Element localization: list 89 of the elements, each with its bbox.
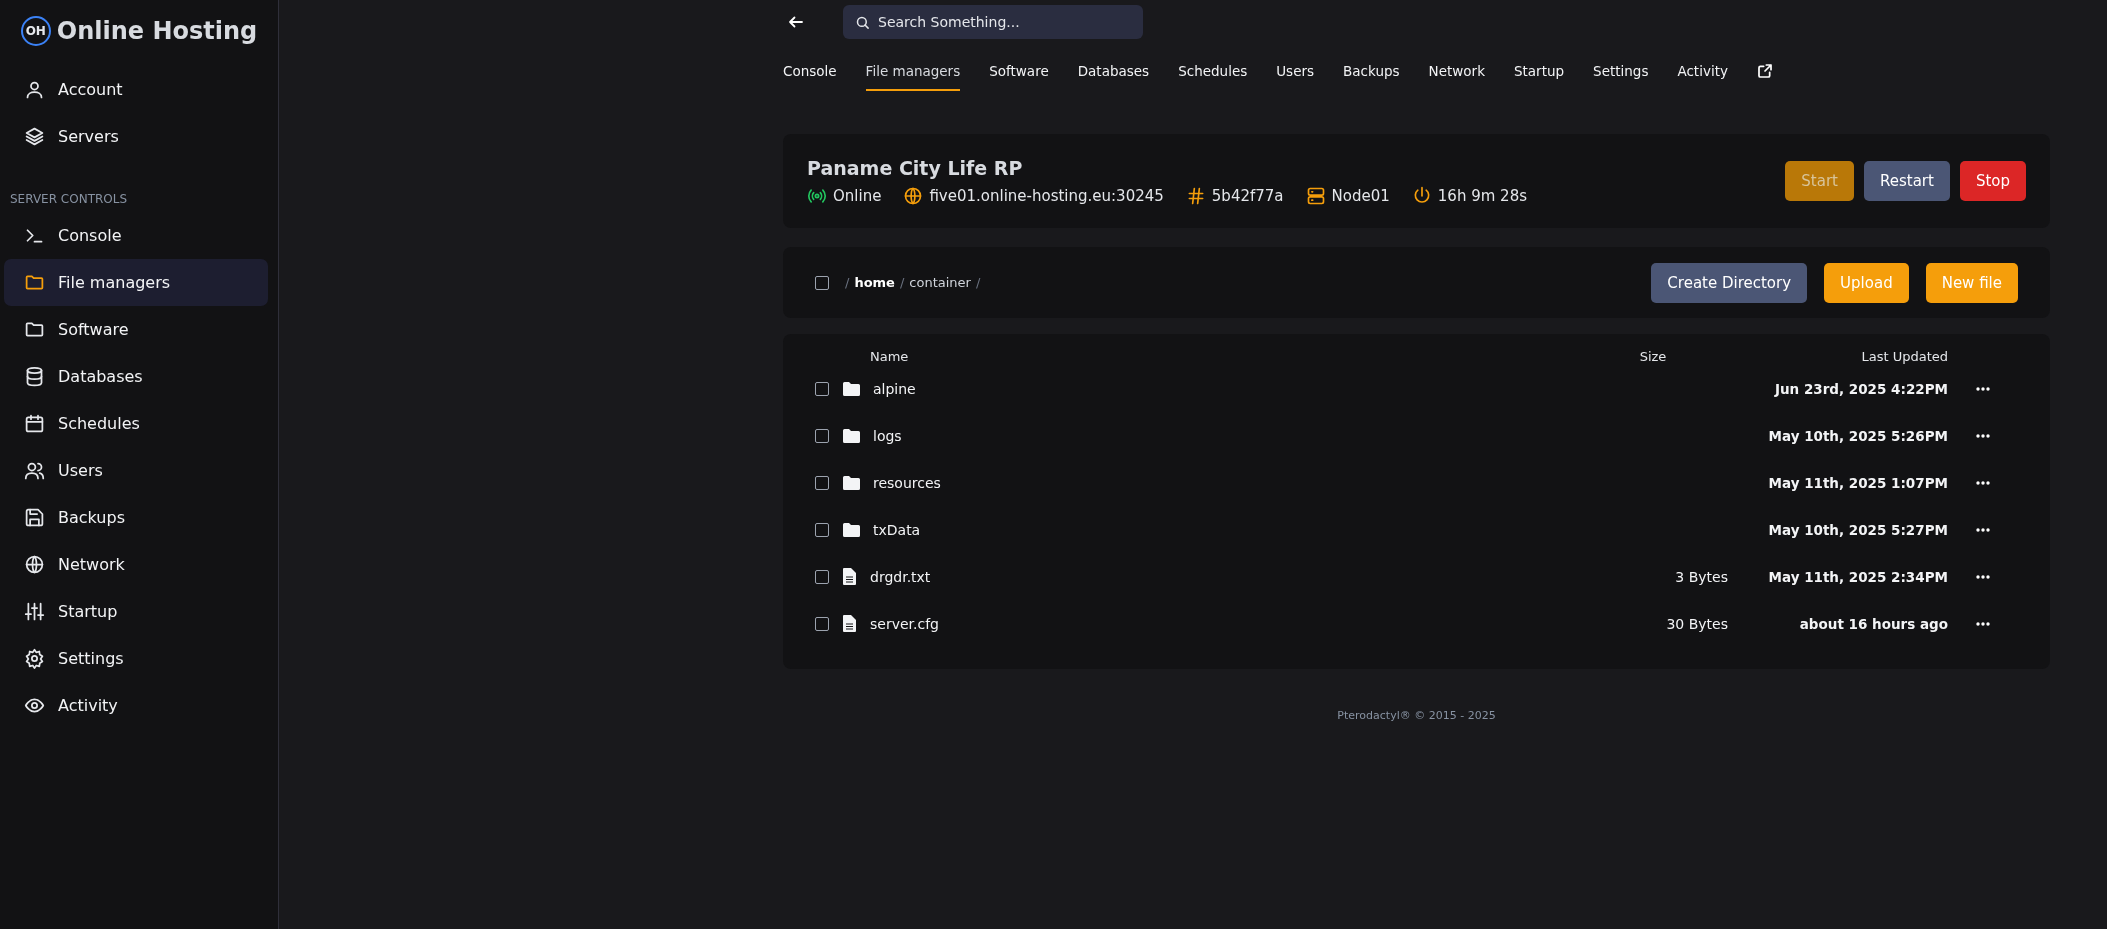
calendar-icon xyxy=(24,413,45,434)
nav-tab[interactable]: File managers xyxy=(865,57,961,91)
nav-tab[interactable]: Schedules xyxy=(1178,57,1248,91)
path-separator: / xyxy=(899,275,905,290)
more-options-icon[interactable] xyxy=(1976,386,1990,391)
folder-icon xyxy=(843,428,860,443)
sidebar-item[interactable]: Network xyxy=(4,541,268,588)
nav-tab[interactable]: Console xyxy=(783,57,837,91)
globe-icon xyxy=(24,554,45,575)
folder-icon xyxy=(843,522,860,537)
server-stat: Online xyxy=(833,186,882,205)
nav-tab[interactable]: Backups xyxy=(1343,57,1400,91)
nav-tab[interactable]: Users xyxy=(1276,57,1315,91)
document-icon xyxy=(843,568,856,585)
nav-tab[interactable]: Activity xyxy=(1677,57,1728,91)
sidebar-item[interactable]: Account xyxy=(4,66,268,113)
breadcrumb-link[interactable]: container xyxy=(909,275,971,290)
nav-tab[interactable]: Startup xyxy=(1513,57,1565,91)
sidebar-item[interactable]: Schedules xyxy=(4,400,268,447)
sidebar-item[interactable]: File managers xyxy=(4,259,268,306)
checkbox[interactable] xyxy=(815,522,829,537)
restart-button[interactable]: Restart xyxy=(1863,161,1950,201)
file-date: May 10th, 2025 5:26PM xyxy=(1768,427,1948,444)
more-options-icon[interactable] xyxy=(1976,574,1990,579)
file-size: 30 Bytes xyxy=(1666,615,1728,632)
sidebar-item[interactable]: Databases xyxy=(4,353,268,400)
footer-text: Pterodactyl® © 2015 - 2025 xyxy=(1337,709,1496,722)
file-date: Jun 23rd, 2025 4:22PM xyxy=(1774,380,1948,397)
sidebar-item[interactable]: Servers xyxy=(4,113,268,160)
file-date: May 11th, 2025 2:34PM xyxy=(1768,568,1948,585)
server-stat: 16h 9m 28s xyxy=(1437,186,1527,205)
sidebar-item[interactable]: Backups xyxy=(4,494,268,541)
column-header: Size xyxy=(1638,348,1668,364)
server-stat: five01.online-hosting.eu:30245 xyxy=(929,186,1164,205)
server-stat: 5b42f77a xyxy=(1211,186,1284,205)
checkbox[interactable] xyxy=(815,569,829,584)
file-date: about 16 hours ago xyxy=(1799,615,1948,632)
file-name[interactable]: txData xyxy=(873,521,921,538)
file-name[interactable]: logs xyxy=(873,427,902,444)
sidebar-item[interactable]: Software xyxy=(4,306,268,353)
search-field[interactable]: Search Something... xyxy=(843,5,1143,39)
checkbox[interactable] xyxy=(815,381,829,396)
path-separator: / xyxy=(975,275,981,290)
checkbox[interactable] xyxy=(815,428,829,443)
user-icon xyxy=(24,79,45,100)
settings-icon xyxy=(24,648,45,669)
users-icon xyxy=(24,460,45,481)
sidebar-item[interactable]: Console xyxy=(4,212,268,259)
sidebar-item[interactable]: Users xyxy=(4,447,268,494)
sidebar-item[interactable]: Settings xyxy=(4,635,268,682)
folder-icon xyxy=(843,381,860,396)
breadcrumb-link[interactable]: home xyxy=(854,275,895,290)
server-stat: Node01 xyxy=(1331,186,1390,205)
file-date: May 10th, 2025 5:27PM xyxy=(1768,521,1948,538)
column-header: Name xyxy=(870,348,910,364)
file-name[interactable]: resources xyxy=(873,474,941,491)
file-size: 3 Bytes xyxy=(1675,568,1728,585)
more-options-icon[interactable] xyxy=(1976,527,1990,532)
search-icon xyxy=(855,15,870,30)
more-options-icon[interactable] xyxy=(1976,433,1990,438)
layers-icon xyxy=(24,126,45,147)
section-label: SERVER CONTROLS xyxy=(9,191,129,208)
sliders-icon xyxy=(24,601,45,622)
nav-tab[interactable]: Databases xyxy=(1077,57,1150,91)
checkbox[interactable] xyxy=(815,275,829,290)
file-date: May 11th, 2025 1:07PM xyxy=(1768,474,1948,491)
nav-tab[interactable]: Settings xyxy=(1593,57,1649,91)
brand-name: Online Hosting xyxy=(56,17,258,45)
create-directory-button[interactable]: Create Directory xyxy=(1651,262,1808,303)
external-link-icon[interactable] xyxy=(1756,63,1773,79)
checkbox[interactable] xyxy=(815,616,829,631)
sidebar-item[interactable]: Startup xyxy=(4,588,268,635)
logo-mark: OH xyxy=(20,16,51,46)
document-icon xyxy=(843,615,856,632)
stop-button[interactable]: Stop xyxy=(1959,161,2026,201)
folder-icon xyxy=(843,475,860,490)
database-icon xyxy=(24,366,45,387)
file-name[interactable]: server.cfg xyxy=(870,615,939,632)
column-header: Last Updated xyxy=(1860,348,1948,364)
file-name[interactable]: drgdr.txt xyxy=(870,568,931,585)
nav-tab[interactable]: Network xyxy=(1428,57,1485,91)
nav-tab[interactable]: Software xyxy=(989,57,1049,91)
path-separator: / xyxy=(845,275,850,290)
checkbox[interactable] xyxy=(815,475,829,490)
more-options-icon[interactable] xyxy=(1976,621,1990,626)
server-name: Paname City Life RP xyxy=(807,156,1024,179)
sidebar-item[interactable]: Activity xyxy=(4,682,268,729)
file-name[interactable]: alpine xyxy=(873,380,916,397)
more-options-icon[interactable] xyxy=(1976,480,1990,485)
